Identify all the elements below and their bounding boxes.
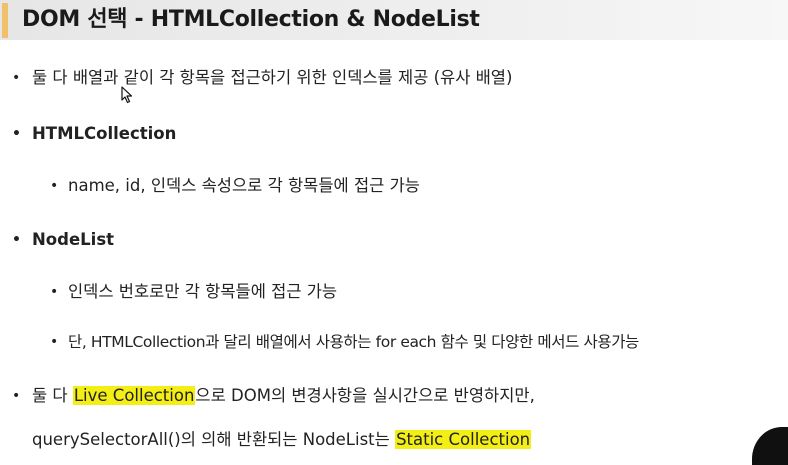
title-accent-bar [2,3,8,38]
bullet-text: querySelectorAll()의 의해 반환되는 NodeList는 St… [32,428,532,452]
highlight-static-collection: Static Collection [395,430,532,449]
highlight-live-collection: Live Collection [72,386,196,405]
bullet-dot: • [50,178,59,194]
bullet-dot: • [12,70,21,86]
slide-title: DOM 선택 - HTMLCollection & NodeList [22,7,480,32]
sub-bullet-text: name, id, 인덱스 속성으로 각 항목들에 접근 가능 [68,176,420,195]
bullet-text: 둘 다 배열과 같이 각 항목을 접근하기 위한 인덱스를 제공 (유사 배열) [32,68,513,87]
sub-bullet-text: 인덱스 번호로만 각 항목들에 접근 가능 [68,282,338,301]
bullet-text: 둘 다 Live Collection으로 DOM의 변경사항을 실시간으로 반… [32,384,535,408]
sub-bullet-text: 단, HTMLCollection과 달리 배열에서 사용하는 for each… [68,333,639,351]
bullet-heading: NodeList [32,230,115,249]
text-part: 둘 다 [32,386,73,405]
bullet-dot: • [50,284,59,300]
presenter-video-corner [752,427,788,465]
bullet-dot: • [12,126,21,142]
bullet-dot: • [12,388,21,404]
text-part: querySelectorAll()의 의해 반환되는 NodeList는 [32,430,396,449]
bullet-dot: • [50,334,58,350]
bullet-dot: • [12,232,21,248]
text-part: 으로 DOM의 변경사항을 실시간으로 반영하지만, [195,386,535,405]
title-bar: DOM 선택 - HTMLCollection & NodeList [0,0,788,40]
bullet-heading: HTMLCollection [32,124,177,143]
mouse-pointer-icon [121,86,133,104]
